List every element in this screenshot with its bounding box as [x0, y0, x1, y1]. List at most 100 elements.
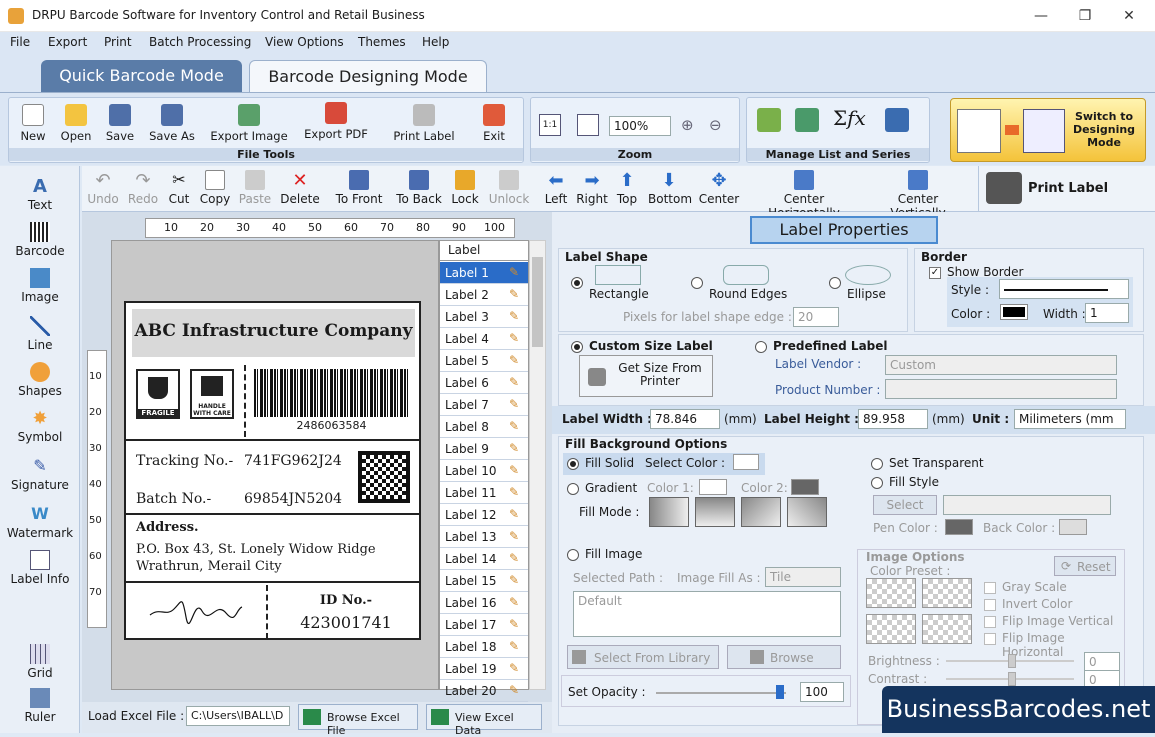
edit-pencil-icon[interactable]: ✎	[509, 397, 523, 411]
back-color-swatch[interactable]	[1059, 519, 1087, 535]
edit-pencil-icon[interactable]: ✎	[509, 573, 523, 587]
align-top-button[interactable]: ⬆ Top	[614, 170, 640, 206]
pixels-edge-input[interactable]: 20	[793, 307, 839, 327]
label-list-item[interactable]: Label 1 ✎	[440, 262, 528, 284]
edit-pencil-icon[interactable]: ✎	[509, 485, 523, 499]
label-list-item[interactable]: Label 18 ✎	[440, 636, 528, 658]
contrast-thumb[interactable]	[1008, 672, 1016, 686]
rectangle-radio[interactable]	[571, 277, 583, 289]
view-excel-button[interactable]: View Excel Data	[426, 704, 542, 737]
label-list-item[interactable]: Label 10 ✎	[440, 460, 528, 482]
barcode[interactable]	[254, 369, 409, 417]
product-number-select[interactable]	[885, 379, 1117, 399]
border-style-select[interactable]	[999, 279, 1129, 299]
label-width-input[interactable]: 78.846	[650, 409, 720, 429]
menu-themes[interactable]: Themes	[358, 35, 406, 49]
color-preset-2[interactable]	[922, 578, 972, 608]
label-list-scrollbar[interactable]	[529, 240, 546, 690]
browse-image-button[interactable]: Browse	[727, 645, 841, 669]
label-height-input[interactable]: 89.958	[858, 409, 928, 429]
align-left-button[interactable]: ⬅ Left	[542, 170, 570, 206]
edit-pencil-icon[interactable]: ✎	[509, 265, 523, 279]
label-info-tool[interactable]: Label Info	[0, 550, 80, 586]
edit-pencil-icon[interactable]: ✎	[509, 309, 523, 323]
label-list-item[interactable]: Label 4 ✎	[440, 328, 528, 350]
gradient-radio[interactable]	[567, 483, 579, 495]
signature[interactable]	[146, 587, 246, 631]
menu-view-options[interactable]: View Options	[265, 35, 344, 49]
fit-to-window-icon[interactable]	[577, 114, 599, 136]
reset-button[interactable]: ⟳ Reset	[1054, 556, 1116, 576]
unlock-button[interactable]: Unlock	[486, 170, 532, 206]
address-line-1[interactable]: P.O. Box 43, St. Lonely Widow Ridge	[136, 542, 376, 557]
align-center-button[interactable]: ✥ Center	[698, 170, 740, 206]
label-design[interactable]: ABC Infrastructure Company FRAGILE HANDL…	[124, 301, 421, 640]
align-right-button[interactable]: ➡ Right	[576, 170, 608, 206]
opacity-slider[interactable]	[656, 692, 786, 694]
save-button[interactable]: Save	[103, 104, 137, 143]
label-list-item[interactable]: Label 8 ✎	[440, 416, 528, 438]
edit-pencil-icon[interactable]: ✎	[509, 419, 523, 433]
zoom-in-icon[interactable]: ⊕	[681, 116, 694, 134]
edit-pencil-icon[interactable]: ✎	[509, 551, 523, 565]
invert-color-checkbox[interactable]	[984, 599, 996, 611]
flip-horizontal-checkbox[interactable]	[984, 633, 996, 645]
color-preset-3[interactable]	[866, 614, 916, 644]
fill-style-select[interactable]	[943, 495, 1111, 515]
minimize-button[interactable]: —	[1018, 0, 1064, 32]
id-value[interactable]: 423001741	[276, 613, 416, 632]
gradient-color1-swatch[interactable]	[699, 479, 727, 495]
grayscale-checkbox[interactable]	[984, 582, 996, 594]
barcode-tool[interactable]: Barcode	[0, 222, 80, 258]
cut-button[interactable]: ✂ Cut	[166, 170, 192, 206]
edit-pencil-icon[interactable]: ✎	[509, 507, 523, 521]
edit-pencil-icon[interactable]: ✎	[509, 661, 523, 675]
ruler-tool[interactable]: Ruler	[0, 688, 80, 724]
tab-barcode-designing-mode[interactable]: Barcode Designing Mode	[249, 60, 487, 92]
symbol-tool[interactable]: ✸ Symbol	[0, 408, 80, 444]
fill-image-radio[interactable]	[567, 549, 579, 561]
zoom-one-to-one-button[interactable]: 1:1	[539, 114, 561, 136]
image-fill-as-select[interactable]: Tile	[765, 567, 841, 587]
label-list-item[interactable]: Label 9 ✎	[440, 438, 528, 460]
text-tool[interactable]: A Text	[0, 176, 80, 212]
label-list-item[interactable]: Label 19 ✎	[440, 658, 528, 680]
menu-print[interactable]: Print	[104, 35, 132, 49]
shapes-tool[interactable]: Shapes	[0, 362, 80, 398]
fragile-icon[interactable]: FRAGILE	[136, 369, 180, 419]
select-fill-style-button[interactable]: Select	[873, 495, 937, 515]
predefined-label-radio[interactable]	[755, 341, 767, 353]
address-line-2[interactable]: Wrathrun, Merail City	[136, 559, 282, 574]
edit-pencil-icon[interactable]: ✎	[509, 441, 523, 455]
lock-button[interactable]: Lock	[450, 170, 480, 206]
fill-color-swatch[interactable]	[733, 454, 759, 470]
opacity-input[interactable]: 100	[800, 682, 844, 702]
fill-style-radio[interactable]	[871, 477, 883, 489]
sigma-fx-icon[interactable]: Σfx	[833, 106, 866, 130]
label-list-item[interactable]: Label 6 ✎	[440, 372, 528, 394]
new-button[interactable]: New	[17, 104, 49, 143]
excel-icon[interactable]	[795, 108, 819, 132]
zoom-select[interactable]: 100%	[609, 116, 671, 136]
to-front-button[interactable]: To Front	[334, 170, 384, 206]
export-pdf-button[interactable]: Export PDF	[301, 102, 371, 141]
menu-export[interactable]: Export	[48, 35, 87, 49]
label-list-item[interactable]: Label 5 ✎	[440, 350, 528, 372]
image-tool[interactable]: Image	[0, 268, 80, 304]
label-list-item[interactable]: Label 11 ✎	[440, 482, 528, 504]
handle-with-care-icon[interactable]: HANDLE WITH CARE	[190, 369, 234, 419]
brightness-input[interactable]: 0	[1084, 652, 1120, 672]
label-list-item[interactable]: Label 15 ✎	[440, 570, 528, 592]
browse-excel-button[interactable]: Browse Excel File	[298, 704, 418, 737]
fill-solid-radio[interactable]	[567, 458, 579, 470]
tracking-value[interactable]: 741FG962J24	[244, 453, 342, 469]
undo-button[interactable]: ↶ Undo	[86, 170, 120, 206]
edit-pencil-icon[interactable]: ✎	[509, 331, 523, 345]
exit-button[interactable]: Exit	[479, 104, 509, 143]
fill-mode-forward-diagonal[interactable]	[741, 497, 781, 527]
redo-button[interactable]: ↷ Redo	[126, 170, 160, 206]
edit-pencil-icon[interactable]: ✎	[509, 353, 523, 367]
to-back-button[interactable]: To Back	[394, 170, 444, 206]
tracking-label[interactable]: Tracking No.-	[136, 453, 233, 469]
label-list-item[interactable]: Label 13 ✎	[440, 526, 528, 548]
